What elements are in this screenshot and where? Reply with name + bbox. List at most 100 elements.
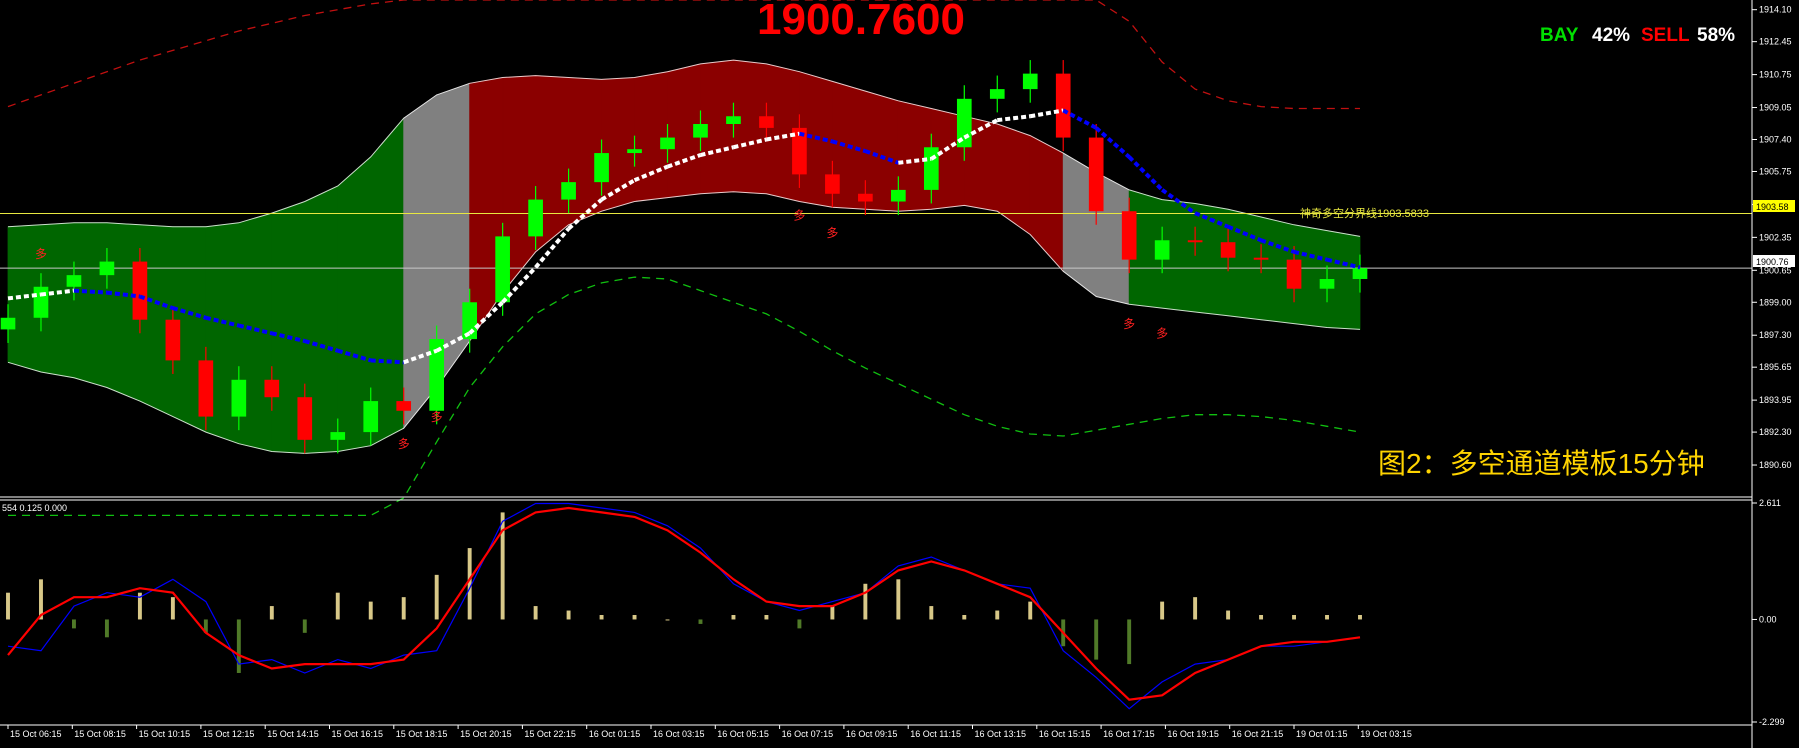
histogram-bar <box>797 619 802 629</box>
indicator-header: 554 0.125 0.000 <box>2 503 67 513</box>
current-price-tag: 1900.76 <box>1753 255 1795 267</box>
signal-marker: 多 <box>431 410 443 424</box>
candle-body <box>561 182 576 200</box>
time-tick-label: 15 Oct 08:15 <box>74 729 126 739</box>
price-tick-label: 1910.75 <box>1759 70 1792 80</box>
signal-marker: 多 <box>793 208 805 222</box>
time-tick-label: 15 Oct 16:15 <box>332 729 384 739</box>
candle-body <box>495 236 510 303</box>
histogram-bar <box>1358 614 1362 620</box>
candle-body <box>759 116 774 128</box>
price-tick-label: 1905.75 <box>1759 166 1792 176</box>
candle-body <box>1319 279 1335 289</box>
candle-body <box>363 401 379 433</box>
histogram-bar <box>533 606 538 620</box>
time-tick-label: 15 Oct 18:15 <box>396 729 448 739</box>
trading-chart: 多多多多多多多 1914.101912.451910.751909.051907… <box>0 0 1799 748</box>
time-tick-label: 16 Oct 17:15 <box>1103 729 1155 739</box>
histogram-bar <box>368 601 373 620</box>
candle-body <box>693 124 708 138</box>
time-tick-label: 19 Oct 03:15 <box>1360 729 1412 739</box>
candle-body <box>0 317 16 330</box>
histogram-bar <box>434 574 439 620</box>
histogram-bar <box>566 610 571 620</box>
histogram-bar <box>104 619 109 638</box>
signal-marker: 多 <box>826 226 838 240</box>
candle-body <box>297 397 313 440</box>
signal-marker: 多 <box>1156 327 1168 341</box>
time-tick-label: 15 Oct 10:15 <box>139 729 191 739</box>
histogram-bar <box>962 614 967 620</box>
histogram-bar <box>731 614 736 620</box>
boundary-price-tag: 1903.58 <box>1753 200 1795 212</box>
histogram-bar <box>632 614 637 620</box>
candle-body <box>726 116 741 125</box>
time-tick-label: 16 Oct 05:15 <box>717 729 769 739</box>
time-tick-label: 15 Oct 20:15 <box>460 729 512 739</box>
candle-body <box>825 174 840 194</box>
oscillator-tick-label: 2.611 <box>1759 498 1781 508</box>
candle-body <box>1055 73 1071 138</box>
price-tick-label: 1902.35 <box>1759 232 1792 242</box>
time-tick-label: 15 Oct 14:15 <box>267 729 319 739</box>
candle-body <box>1121 211 1137 260</box>
candle-body <box>33 286 49 318</box>
time-tick-label: 15 Oct 22:15 <box>524 729 576 739</box>
candle-body <box>1220 242 1236 258</box>
histogram-bar <box>995 610 1000 620</box>
candle-body <box>231 379 247 417</box>
histogram-bar <box>896 579 901 620</box>
candle-body <box>165 319 181 361</box>
time-tick-label: 16 Oct 09:15 <box>846 729 898 739</box>
time-tick-label: 16 Oct 11:15 <box>910 729 961 739</box>
candle-body <box>858 193 873 202</box>
candle-body <box>594 153 609 183</box>
candle-body <box>1286 259 1302 289</box>
time-tick-label: 16 Oct 21:15 <box>1232 729 1284 739</box>
signal-marker: 多 <box>35 247 47 261</box>
price-tick-label: 1907.40 <box>1759 135 1792 145</box>
candle-body <box>198 360 214 417</box>
boundary-line-label: 神奇多空分界线1903.5833 <box>1300 206 1429 220</box>
histogram-bar <box>863 583 868 620</box>
price-tick-label: 1912.45 <box>1759 37 1792 47</box>
candle-body <box>989 89 1005 99</box>
price-tick-label: 1890.60 <box>1759 460 1792 470</box>
candle-body <box>1187 240 1203 243</box>
histogram-bar <box>1259 614 1264 620</box>
price-tick-label: 1892.30 <box>1759 427 1792 437</box>
candle-body <box>1253 257 1269 260</box>
buy-label: BAY <box>1540 25 1579 46</box>
candle-body <box>1352 268 1368 280</box>
candle-body <box>627 149 642 154</box>
time-tick-label: 19 Oct 01:15 <box>1296 729 1348 739</box>
candle-body <box>66 275 82 287</box>
histogram-bar <box>302 619 307 633</box>
price-tick-label: 1897.30 <box>1759 330 1792 340</box>
channel-segment <box>73 222 108 389</box>
price-tick-label: 1899.00 <box>1759 297 1792 307</box>
histogram-bar <box>1226 610 1231 620</box>
time-tick-label: 16 Oct 19:15 <box>1167 729 1219 739</box>
price-tick-label: 1914.10 <box>1759 5 1792 15</box>
candle-body <box>1154 240 1170 260</box>
price-tick-label: 1895.65 <box>1759 362 1792 372</box>
candle-body <box>528 199 543 237</box>
time-tick-label: 15 Oct 12:15 <box>203 729 255 739</box>
channel-segment <box>1227 208 1262 321</box>
buy-percent: 42% <box>1592 25 1630 46</box>
signal-marker: 多 <box>398 437 410 451</box>
histogram-bar <box>467 548 472 620</box>
histogram-bar <box>929 606 934 620</box>
histogram-bar <box>1028 601 1033 620</box>
histogram-bar <box>335 592 340 620</box>
histogram-bar <box>665 619 670 621</box>
histogram-bar <box>269 606 274 620</box>
candle-body <box>1088 137 1104 212</box>
histogram-bar <box>698 619 703 624</box>
time-tick-label: 16 Oct 01:15 <box>589 729 641 739</box>
sell-percent: 58% <box>1697 25 1735 46</box>
oscillator-tick-label: -2.299 <box>1759 717 1785 727</box>
candle-body <box>99 261 115 276</box>
channel-segment <box>568 77 602 226</box>
